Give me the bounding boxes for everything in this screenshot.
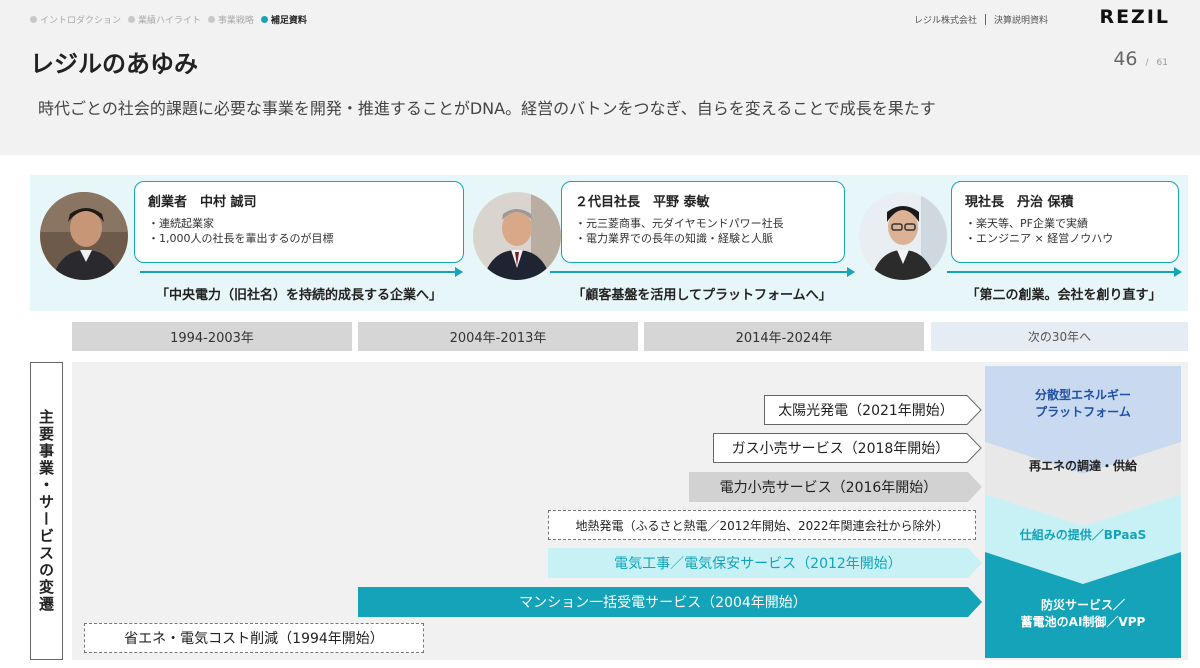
period-1994-2003: 1994-2003年 (72, 322, 352, 351)
bar-gas-label: ガス小売サービス（2018年開始） (731, 441, 950, 457)
business-history-label: 主要事業・サービスの変遷 (30, 362, 63, 660)
period-2014-2024: 2014年-2024年 (644, 322, 924, 351)
current-president-slogan: 「第二の創業。会社を創り直す」 (966, 288, 1162, 303)
founder-point: ・1,000人の社長を輩出するのが目標 (148, 232, 334, 245)
bar-electrical-services: 電気工事／電気保安サービス（2012年開始） (548, 548, 982, 578)
page-subtitle: 時代ごとの社会的課題に必要な事業を開発・推進することがDNA。経営のバトンをつな… (38, 99, 936, 118)
bar-solar-label: 太陽光発電（2021年開始） (778, 403, 954, 419)
page-current: 46 (1113, 48, 1138, 70)
current-president-photo (859, 192, 947, 280)
section-nav: イントロダクション 業績ハイライト 事業戦略 補足資料 (30, 13, 307, 26)
founder-name: 創業者 中村 誠司 (148, 195, 257, 210)
bar-geothermal: 地熱発電（ふるさと熱電／2012年開始、2022年関連会社から除外） (548, 510, 976, 540)
nav-dot-icon (128, 16, 136, 23)
current-president-card: 現社長 丹治 保積 ・楽天等、PF企業で実績 ・エンジニア × 経営ノウハウ (951, 181, 1179, 263)
second-president-point: ・電力業界での長年の知識・経験と人脈 (575, 232, 773, 245)
company-name: レジル株式会社 (913, 16, 977, 26)
second-president-slogan: 「顧客基盤を活用してプラットフォームへ」 (572, 288, 832, 303)
founder-card: 創業者 中村 誠司 ・連続起業家 ・1,000人の社長を輩出するのが目標 (134, 181, 464, 263)
nav-item-appendix[interactable]: 補足資料 (260, 13, 307, 26)
future-bpaas: 仕組みの提供／BPaaS (1019, 528, 1147, 542)
doc-type: 決算説明資料 (993, 16, 1048, 26)
nav-dot-icon (30, 16, 37, 23)
founder-slogan: 「中央電力（旧社名）を持続的成長する企業へ」 (155, 288, 442, 303)
current-president-point: ・エンジニア × 経営ノウハウ (965, 232, 1114, 245)
bar-mansion-bulk-power: マンション一括受電サービス（2004年開始） (358, 587, 982, 617)
meta-divider (984, 14, 986, 25)
period-2004-2013: 2004年-2013年 (358, 322, 638, 351)
nav-dot-active-icon (260, 16, 268, 23)
current-president-name: 現社長 丹治 保積 (965, 195, 1074, 210)
founder-photo (40, 192, 128, 280)
second-president-card: ２代目社長 平野 泰敏 ・元三菱商事、元ダイヤモンドパワー社長 ・電力業界での長… (561, 181, 845, 263)
page-separator: / (1145, 58, 1149, 68)
nav-dot-icon (207, 16, 215, 23)
second-president-name: ２代目社長 平野 泰敏 (575, 195, 710, 210)
page-total: 61 (1156, 58, 1168, 68)
page-number: 46 / 61 (1113, 48, 1168, 70)
nav-item-strategy[interactable]: 事業戦略 (207, 13, 254, 26)
period-next-30-years: 次の30年へ (931, 322, 1188, 351)
founder-point: ・連続起業家 (148, 217, 214, 230)
founder-arrow (140, 267, 463, 277)
current-president-arrow (947, 267, 1182, 277)
future-disaster-vpp: 防災サービス／ 蓄電池のAI制御／VPP (1020, 598, 1146, 629)
bar-power-retail: 電力小売サービス（2016年開始） (689, 472, 982, 502)
rezil-logo: REZIL (1099, 6, 1170, 28)
second-president-photo (473, 192, 561, 280)
nav-item-intro[interactable]: イントロダクション (30, 13, 121, 26)
bar-energy-saving: 省エネ・電気コスト削減（1994年開始） (84, 623, 424, 653)
future-distributed-energy-platform: 分散型エネルギー プラットフォーム (1034, 388, 1131, 419)
second-president-arrow (550, 267, 855, 277)
current-president-point: ・楽天等、PF企業で実績 (965, 217, 1088, 230)
bar-solar-power: 太陽光発電（2021年開始） (764, 395, 982, 425)
bar-gas-retail: ガス小売サービス（2018年開始） (713, 433, 982, 463)
nav-item-highlights[interactable]: 業績ハイライト (128, 13, 201, 26)
doc-meta: レジル株式会社 決算説明資料 (914, 13, 1048, 26)
leaders-band: 創業者 中村 誠司 ・連続起業家 ・1,000人の社長を輩出するのが目標 「中央… (30, 175, 1188, 311)
page-title: レジルのあゆみ (30, 50, 198, 78)
second-president-point: ・元三菱商事、元ダイヤモンドパワー社長 (575, 217, 784, 230)
future-renewable-supply: 再エネの調達・供給 (1028, 459, 1137, 473)
